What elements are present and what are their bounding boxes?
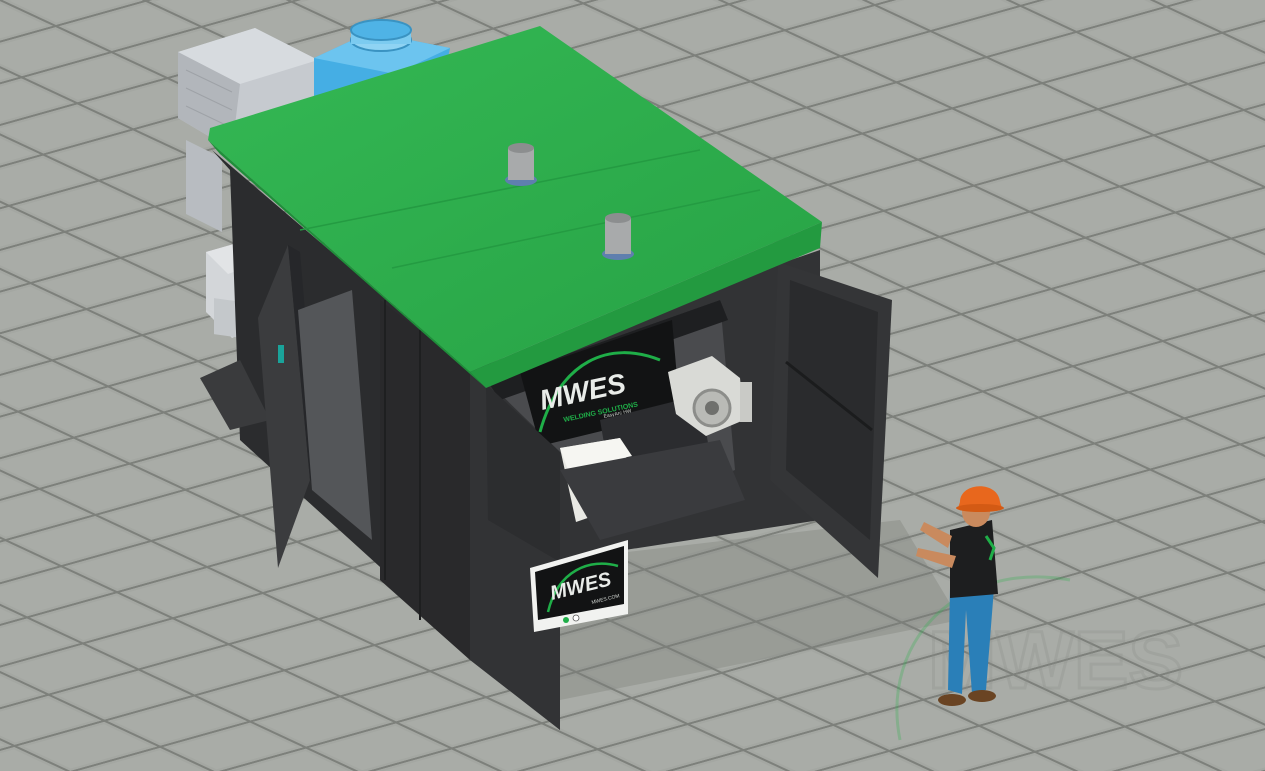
indicator-light-icon bbox=[572, 614, 580, 622]
welding-booth-scene: MWES WELDING SOLUTIONS EasyArc HW MWES M… bbox=[0, 0, 1265, 771]
vent-stack-icon bbox=[602, 213, 634, 260]
door-indicator bbox=[278, 345, 284, 363]
vent-stack-icon bbox=[505, 143, 537, 186]
watermark-text: MWES bbox=[928, 615, 1183, 706]
indicator-light-icon bbox=[563, 617, 569, 623]
